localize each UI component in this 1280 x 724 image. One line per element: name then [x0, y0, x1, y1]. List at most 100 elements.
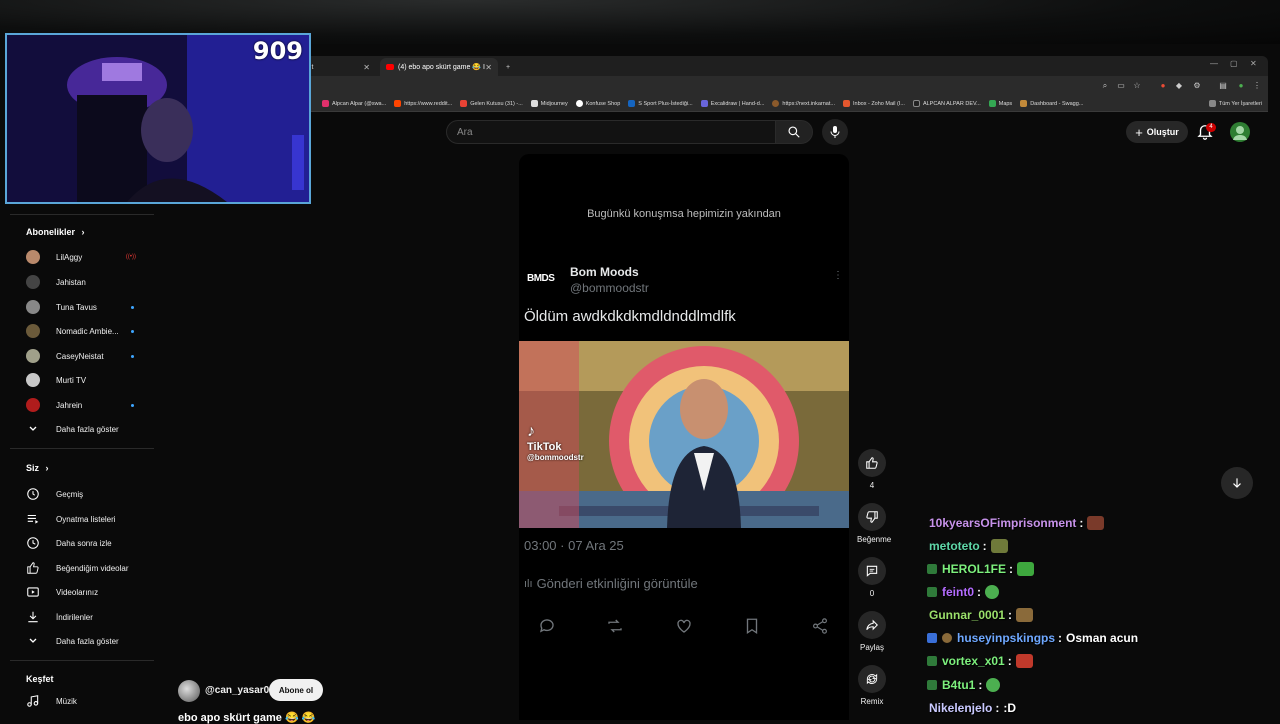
bookmark-star-icon[interactable]: ☆ [1132, 81, 1142, 91]
window-close-icon[interactable]: ✕ [1250, 59, 1257, 68]
bookmark-item[interactable]: Maps [988, 100, 1012, 107]
view-activity-link[interactable]: ılı Gönderi etkinliğini görüntüle [524, 576, 698, 591]
sidebar-item-nomadic[interactable]: Nomadic Ambie... [26, 321, 154, 341]
browser-tab[interactable]: nit ✕ [300, 58, 376, 76]
bookmark-item[interactable]: https://www.reddit... [394, 100, 452, 107]
reply-icon[interactable] [537, 616, 557, 636]
chevron-right-icon: › [45, 463, 49, 473]
sidebar-item-downloads[interactable]: İndirilenler [26, 607, 154, 627]
share-nodes-icon[interactable] [810, 616, 830, 636]
minimize-icon[interactable]: — [1210, 59, 1218, 68]
show-more-you[interactable]: Daha fazla göster [26, 631, 154, 651]
subscriptions-title[interactable]: Abonelikler › [26, 227, 85, 237]
viewer-count: 909 [252, 37, 303, 65]
close-icon[interactable]: ✕ [363, 63, 370, 72]
channel-avatar[interactable] [178, 680, 200, 702]
account-avatar[interactable] [1230, 122, 1250, 142]
new-tab-button[interactable]: + [500, 58, 514, 76]
bookmark-item[interactable]: https://next.inkarnat... [772, 100, 835, 107]
bookmark-icon[interactable] [742, 616, 762, 636]
sidebar-item-label: Oynatma listeleri [56, 514, 116, 524]
extension-icon[interactable]: ◆ [1174, 81, 1184, 91]
chat-message: huseyinpskingps: Osman acun [927, 629, 1138, 647]
excalidraw-icon [700, 100, 708, 107]
search-input[interactable]: Ara [446, 120, 776, 144]
bookmark-item[interactable]: Dashboard - Swagg... [1020, 100, 1083, 107]
like-button[interactable] [858, 449, 886, 477]
sidebar-item-liked-videos[interactable]: Beğendiğim videolar [26, 558, 154, 578]
embedded-video[interactable]: ♪ TikTok @bommoodstr [519, 341, 849, 528]
cast-icon[interactable]: ▭ [1116, 81, 1126, 91]
sidebar-divider [10, 448, 154, 449]
chat-username: Nikelenjelo [929, 701, 993, 715]
like-action: 4 [857, 449, 887, 490]
bookmark-item[interactable]: Gelen Kutusu (31) -... [460, 100, 523, 107]
chat-username: feint0 [942, 585, 975, 599]
browser-tab-active[interactable]: (4) ebo apo skürt game 😂 I ✕ [380, 58, 498, 76]
bookmark-item[interactable]: Excalidraw | Hand-d... [700, 100, 764, 107]
extensions-icon[interactable]: ⚙ [1192, 81, 1202, 91]
thumbs-up-icon [26, 561, 40, 575]
folder-icon [1208, 100, 1216, 107]
chat-badge-icon [927, 680, 937, 690]
emote-icon [1017, 562, 1035, 576]
sidebar-item-music[interactable]: Müzik [26, 691, 154, 711]
new-content-dot [131, 403, 134, 407]
history-icon [26, 487, 40, 501]
search-button[interactable] [775, 120, 813, 144]
sidebar-item-jahrein[interactable]: Jahrein [26, 395, 154, 415]
bookmark-item[interactable]: Midjourney [530, 100, 568, 107]
remix-button[interactable] [858, 665, 886, 693]
sidebar-item-caseyneistat[interactable]: CaseyNeistat [26, 346, 154, 366]
bookmark-label: Dashboard - Swagg... [1030, 100, 1084, 107]
show-more-subscriptions[interactable]: Daha fazla göster [26, 419, 154, 439]
download-icon [26, 610, 40, 624]
sidebar-item-watch-later[interactable]: Daha sonra izle [26, 533, 154, 553]
sidebar-item-lilaggy[interactable]: LilAggy ((•)) [26, 247, 154, 267]
bookmark-item[interactable]: Konfuse Shop [575, 100, 620, 107]
inkarnate-icon [772, 100, 780, 107]
bookmark-item[interactable]: Inbox - Zoho Mail (I... [842, 100, 905, 107]
sidebar-item-playlists[interactable]: Oynatma listeleri [26, 509, 154, 529]
dev-icon [912, 100, 920, 107]
sidebar: Abonelikler › LilAggy ((•)) Jahistan Tuna… [10, 214, 154, 720]
share-button[interactable] [858, 611, 886, 639]
bookmark-item[interactable]: S Sport Plus-İstediği... [628, 100, 693, 107]
chevron-right-icon: › [81, 227, 85, 237]
subscribe-button[interactable]: Abone ol [269, 679, 323, 701]
bookmark-item[interactable]: ALPCAN ALPAR DEV... [912, 100, 981, 107]
profile-icon[interactable]: ● [1236, 81, 1246, 91]
zoom-icon[interactable]: ⌕ [1100, 81, 1110, 91]
all-bookmarks[interactable]: Tüm Yer İşaretleri [1208, 100, 1262, 107]
comment-button[interactable] [858, 557, 886, 585]
voice-search-button[interactable] [822, 119, 848, 145]
extension-icon[interactable]: ● [1158, 81, 1168, 91]
sidebar-item-tuna-tavus[interactable]: Tuna Tavus [26, 297, 154, 317]
emote-icon [986, 678, 1001, 692]
channel-handle[interactable]: @can_yasar0 [205, 685, 269, 696]
browser-tab-bar: nit ✕ (4) ebo apo skürt game 😂 I ✕ + — ▢… [300, 56, 1268, 76]
sidebar-item-jahistan[interactable]: Jahistan [26, 272, 154, 292]
heart-icon[interactable] [674, 616, 694, 636]
thumbs-up-icon [866, 457, 878, 469]
maximize-icon[interactable]: ▢ [1230, 59, 1238, 68]
sidebar-item-history[interactable]: Geçmiş [26, 484, 154, 504]
sidebar-item-your-videos[interactable]: Videolarınız [26, 582, 154, 602]
you-title[interactable]: Siz › [26, 463, 49, 473]
next-short-button[interactable] [1221, 467, 1253, 499]
explore-title: Keşfet [26, 674, 54, 684]
dislike-button[interactable] [858, 503, 886, 531]
remix-icon [866, 673, 878, 685]
sidebar-item-murti-tv[interactable]: Murti TV [26, 370, 154, 390]
chat-badge-icon [942, 633, 952, 643]
extension-icon[interactable]: ▤ [1218, 81, 1228, 91]
short-player[interactable]: Bugünkü konuşmsa hepimizin yakından BMDS… [519, 154, 849, 720]
menu-icon[interactable]: ⋮ [1252, 81, 1262, 91]
create-button[interactable]: + Oluştur [1126, 121, 1188, 143]
bookmark-item[interactable]: Alpcan Alpar (@swa... [322, 100, 386, 107]
bookmarks-bar: Alpcan Alpar (@swa... https://www.reddit… [300, 96, 1268, 112]
more-options-icon[interactable]: ⋮ [833, 270, 843, 281]
close-icon[interactable]: ✕ [485, 63, 492, 72]
bookmark-label: Inbox - Zoho Mail (I... [852, 100, 905, 107]
retweet-icon[interactable] [605, 616, 625, 636]
